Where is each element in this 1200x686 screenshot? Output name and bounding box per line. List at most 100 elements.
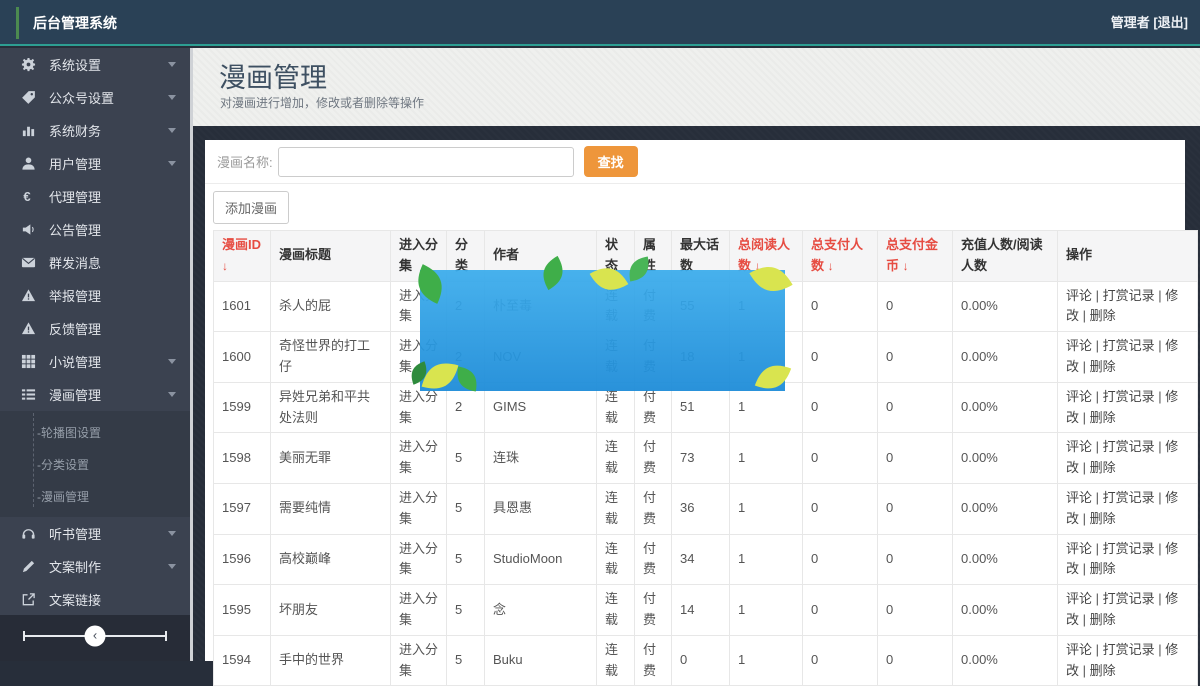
action-link-1[interactable]: 打赏记录 (1103, 288, 1155, 303)
add-comic-button[interactable]: 添加漫画 (213, 191, 289, 224)
sidebar-item-1[interactable]: 公众号设置 (0, 81, 190, 114)
action-link-3[interactable]: 删除 (1090, 663, 1116, 678)
action-link-1[interactable]: 打赏记录 (1103, 642, 1155, 657)
cell-attr: 付费 (635, 534, 672, 585)
sidebar-item-12[interactable]: 文案制作 (0, 550, 190, 583)
megaphone-icon (20, 222, 36, 238)
action-separator: | (1079, 308, 1090, 323)
action-link-0[interactable]: 评论 (1066, 591, 1092, 606)
column-header[interactable]: 漫画ID ↓ (214, 231, 271, 282)
action-link-1[interactable]: 打赏记录 (1103, 439, 1155, 454)
action-link-3[interactable]: 删除 (1090, 359, 1116, 374)
cell-comic-id: 1600 (214, 332, 271, 383)
cell-author: 连珠 (485, 433, 597, 484)
cell-payers: 0 (803, 585, 878, 636)
sort-arrow-icon: ↓ (828, 259, 834, 273)
sidebar-item-10[interactable]: 漫画管理 (0, 378, 190, 411)
cell-actions: 评论 | 打赏记录 | 修改 | 删除 (1058, 483, 1198, 534)
cell-attr: 付费 (635, 585, 672, 636)
enter-episodes-link[interactable]: 进入分集 (399, 389, 438, 425)
sidebar-item-11[interactable]: 听书管理 (0, 517, 190, 550)
action-separator: | (1079, 511, 1090, 526)
page-subtitle: 对漫画进行增加，修改或者删除等操作 (220, 94, 424, 111)
collapse-handle[interactable]: ‹ (85, 626, 106, 647)
cell-ratio: 0.00% (953, 281, 1058, 332)
action-link-3[interactable]: 删除 (1090, 612, 1116, 627)
cell-title: 高校巅峰 (271, 534, 391, 585)
cell-max: 34 (672, 534, 730, 585)
cell-category: 5 (447, 585, 485, 636)
sidebar-item-4[interactable]: € 代理管理 (0, 180, 190, 213)
action-separator: | (1079, 460, 1090, 475)
gear-icon (20, 57, 36, 73)
tag-icon (20, 90, 36, 106)
action-link-1[interactable]: 打赏记录 (1103, 338, 1155, 353)
sidebar-item-6[interactable]: 群发消息 (0, 246, 190, 279)
action-link-3[interactable]: 删除 (1090, 511, 1116, 526)
enter-episodes-link[interactable]: 进入分集 (399, 439, 438, 475)
action-link-1[interactable]: 打赏记录 (1103, 389, 1155, 404)
sidebar-item-0[interactable]: 系统设置 (0, 48, 190, 81)
action-link-3[interactable]: 删除 (1090, 561, 1116, 576)
action-link-1[interactable]: 打赏记录 (1103, 490, 1155, 505)
sidebar-item-7[interactable]: 举报管理 (0, 279, 190, 312)
cell-readers: 1 (730, 483, 803, 534)
sidebar-item-9[interactable]: 小说管理 (0, 345, 190, 378)
cell-comic-id: 1601 (214, 281, 271, 332)
cell-author: 具恩惠 (485, 483, 597, 534)
action-link-0[interactable]: 评论 (1066, 338, 1092, 353)
action-link-0[interactable]: 评论 (1066, 439, 1092, 454)
enter-episodes-link[interactable]: 进入分集 (399, 642, 438, 678)
sidebar-subitem-1[interactable]: -分类设置 (0, 449, 190, 481)
cell-title: 需要纯情 (271, 483, 391, 534)
sidebar-item-13[interactable]: 文案链接 (0, 583, 190, 616)
cell-enter: 进入分集 (391, 534, 447, 585)
action-link-0[interactable]: 评论 (1066, 541, 1092, 556)
cell-ratio: 0.00% (953, 585, 1058, 636)
action-link-1[interactable]: 打赏记录 (1103, 541, 1155, 556)
action-link-0[interactable]: 评论 (1066, 288, 1092, 303)
sidebar-item-5[interactable]: 公告管理 (0, 213, 190, 246)
page-header: 漫画管理 对漫画进行增加，修改或者删除等操作 (193, 48, 1200, 126)
headset-icon (20, 526, 36, 542)
action-separator: | (1092, 490, 1103, 505)
toolbar: 添加漫画 (205, 184, 1185, 230)
action-link-0[interactable]: 评论 (1066, 490, 1092, 505)
cell-max: 36 (672, 483, 730, 534)
action-separator: | (1155, 389, 1166, 404)
sidebar-item-8[interactable]: 反馈管理 (0, 312, 190, 345)
sidebar-item-3[interactable]: 用户管理 (0, 147, 190, 180)
chevron-down-icon (168, 128, 176, 133)
action-link-1[interactable]: 打赏记录 (1103, 591, 1155, 606)
sidebar-subitem-0[interactable]: -轮播图设置 (0, 417, 190, 449)
enter-episodes-link[interactable]: 进入分集 (399, 490, 438, 526)
chevron-down-icon (168, 392, 176, 397)
sidebar-subitem-2[interactable]: -漫画管理 (0, 481, 190, 513)
column-header[interactable]: 总支付金币 ↓ (878, 231, 953, 282)
action-link-0[interactable]: 评论 (1066, 642, 1092, 657)
enter-episodes-link[interactable]: 进入分集 (399, 541, 438, 577)
list-icon (20, 387, 36, 403)
action-separator: | (1092, 288, 1103, 303)
sidebar-item-2[interactable]: 系统财务 (0, 114, 190, 147)
cell-payers: 0 (803, 483, 878, 534)
action-link-3[interactable]: 删除 (1090, 308, 1116, 323)
action-link-0[interactable]: 评论 (1066, 389, 1092, 404)
column-header[interactable]: 总支付人数 ↓ (803, 231, 878, 282)
enter-episodes-link[interactable]: 进入分集 (399, 591, 438, 627)
search-input[interactable] (278, 147, 574, 177)
cell-payers: 0 (803, 281, 878, 332)
action-link-3[interactable]: 删除 (1090, 410, 1116, 425)
pen-icon (20, 559, 36, 575)
sidebar-collapse-slider[interactable]: ‹ (24, 635, 166, 637)
cell-coins: 0 (878, 483, 953, 534)
sort-arrow-icon: ↓ (903, 259, 909, 273)
euro-icon: € (20, 189, 36, 205)
logout-link[interactable]: 管理者 [退出] (1111, 0, 1188, 46)
censor-sticker-overlay (420, 270, 785, 391)
search-button[interactable]: 查找 (584, 146, 638, 177)
warning-icon (20, 288, 36, 304)
cell-ratio: 0.00% (953, 483, 1058, 534)
action-link-3[interactable]: 删除 (1090, 460, 1116, 475)
action-separator: | (1079, 663, 1090, 678)
